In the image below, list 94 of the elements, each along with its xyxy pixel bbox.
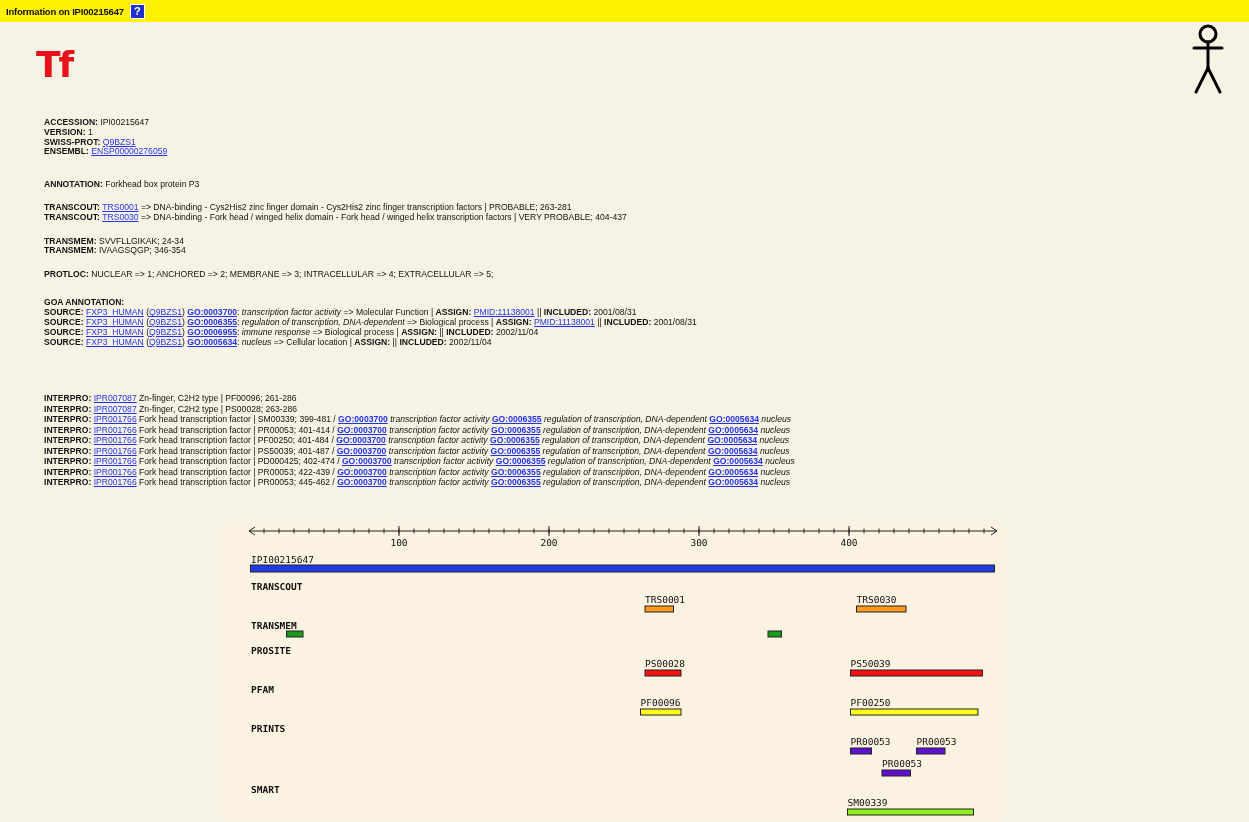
info-line: TRANSMEM: IVAAGSQGP; 346-354 bbox=[44, 246, 187, 257]
stick-figure-icon bbox=[1191, 24, 1225, 96]
info-line: INTERPRO: IPR007087 Zn-finger, C2H2 type | PS00028; 263-286 bbox=[44, 403, 299, 415]
link[interactable]: GO:0003700 bbox=[341, 456, 392, 467]
feature-label: PR00053 bbox=[850, 735, 891, 747]
sequence-label: IPI00215647 bbox=[251, 553, 314, 565]
link[interactable]: Q9BZS1 bbox=[149, 307, 183, 318]
feature-label: PF00096 bbox=[640, 696, 681, 708]
link[interactable]: GO:0005634 bbox=[709, 414, 759, 425]
track-label: PRINTS bbox=[251, 722, 286, 734]
info-line: INTERPRO: IPR001766 Fork head transcription factor | PR00053; 422-439 / GO:0003700 transcription factor activity GO:0006355 regulation of transcription, DNA-dependent GO:0005634 nucleus bbox=[44, 466, 792, 478]
link[interactable]: GO:0006355 bbox=[490, 435, 540, 446]
info-line: GOA ANNOTATION: bbox=[44, 298, 126, 309]
tick-label: 200 bbox=[540, 536, 558, 548]
link[interactable]: GO:0005634 bbox=[708, 477, 759, 488]
feature-label: PF00250 bbox=[850, 696, 891, 708]
tick-label: 300 bbox=[690, 536, 708, 548]
link[interactable]: Q9BZS1 bbox=[102, 136, 136, 147]
link[interactable]: GO:0006355 bbox=[495, 456, 546, 467]
feature-label: PR00053 bbox=[882, 757, 923, 769]
link[interactable]: GO:0003700 bbox=[187, 307, 237, 318]
link[interactable]: IPR001766 bbox=[93, 456, 137, 467]
link[interactable]: GO:0006355 bbox=[187, 317, 237, 328]
link[interactable]: FXP3_HUMAN bbox=[86, 307, 144, 318]
link[interactable]: GO:0003700 bbox=[337, 466, 387, 477]
info-line: SOURCE: FXP3_HUMAN (Q9BZS1) GO:0005634: nucleus => Cellular location | ASSIGN: || INCLUDED: 2002/11/04 bbox=[44, 337, 493, 348]
tick-label: 100 bbox=[390, 536, 408, 548]
track-label: TRANSCOUT bbox=[251, 580, 303, 592]
info-line: VERSION: 1 bbox=[44, 127, 94, 138]
track-label: PROSITE bbox=[251, 644, 292, 656]
link[interactable]: GO:0006355 bbox=[490, 477, 541, 488]
info-line: SOURCE: FXP3_HUMAN (Q9BZS1) GO:0006955: immune response => Biological process | ASSIGN: || INCLUDED: 2002/11/04 bbox=[44, 327, 540, 338]
link[interactable]: ENSP00000276059 bbox=[91, 146, 168, 157]
info-line: SOURCE: FXP3_HUMAN (Q9BZS1) GO:0003700: transcription factor activity => Molecular Function | ASSIGN: PMID:11138001 || INCLUDED: 2001/08/31 bbox=[44, 308, 638, 319]
track-label: TRANSMEM bbox=[251, 619, 297, 631]
info-line: SWISS-PROT: Q9BZS1 bbox=[44, 137, 137, 148]
track-label: SMART bbox=[251, 783, 280, 795]
info-line: INTERPRO: IPR001766 Fork head transcription factor | PR00053; 401-414 / GO:0003700 transcription factor activity GO:0006355 regulation of transcription, DNA-dependent GO:0005634 nucleus bbox=[44, 424, 792, 436]
link[interactable]: FXP3_HUMAN bbox=[86, 336, 144, 347]
link[interactable]: GO:0005634 bbox=[708, 424, 759, 435]
link[interactable]: GO:0005634 bbox=[708, 466, 759, 477]
feature-label: PS00028 bbox=[645, 657, 686, 669]
info-line: ENSEMBL: ENSP00000276059 bbox=[44, 147, 169, 158]
info-line: ACCESSION: IPI00215647 bbox=[44, 118, 151, 128]
track-label: PFAM bbox=[251, 683, 274, 695]
link[interactable]: IPR001766 bbox=[93, 424, 137, 435]
link[interactable]: GO:0005634 bbox=[713, 456, 763, 467]
info-line: TRANSCOUT: TRS0030 => DNA-binding - Fork head / winged helix domain - Fork head / winged helix transcription factors | VERY PROBABLE; 404-437 bbox=[44, 213, 628, 224]
info-line: INTERPRO: IPR001766 Fork head transcription factor | PD000425; 402-474 / GO:0003700 transcription factor activity GO:0006355 regulation of transcription, DNA-dependent GO:0005634 nucleus bbox=[44, 456, 796, 467]
info-line: INTERPRO: IPR001766 Fork head transcription factor | SM00339; 399-481 / GO:0003700 transcription factor activity GO:0006355 regulation of transcription, DNA-dependent GO:0005634 nucleus bbox=[44, 414, 792, 425]
info-line: ANNOTATION: Forkhead box protein P3 bbox=[44, 180, 201, 190]
link[interactable]: GO:0003700 bbox=[337, 477, 387, 488]
feature-label: SM00339 bbox=[847, 796, 888, 808]
info-line: SOURCE: FXP3_HUMAN (Q9BZS1) GO:0006355: regulation of transcription, DNA-dependent => Biological process | ASSIGN: PMID:11138001 || INCLUDED: 2001/08/31 bbox=[44, 318, 698, 328]
link[interactable]: IPR001766 bbox=[93, 477, 137, 488]
logo: Tf bbox=[36, 44, 75, 86]
link[interactable]: IPR007087 bbox=[93, 393, 137, 404]
link[interactable]: TRS0030 bbox=[102, 212, 139, 223]
link[interactable]: GO:0006355 bbox=[490, 445, 541, 456]
link[interactable]: GO:0005634 bbox=[187, 336, 237, 347]
link[interactable]: GO:0006355 bbox=[491, 414, 542, 425]
link[interactable]: FXP3_HUMAN bbox=[86, 326, 144, 337]
link[interactable]: GO:0003700 bbox=[336, 445, 387, 456]
feature-label: TRS0030 bbox=[856, 593, 897, 605]
link[interactable]: TRS0001 bbox=[102, 202, 139, 213]
link[interactable]: GO:0003700 bbox=[338, 414, 388, 425]
link[interactable]: GO:0006955 bbox=[187, 326, 237, 337]
link[interactable]: IPR007087 bbox=[93, 403, 137, 414]
link[interactable]: IPR001766 bbox=[93, 445, 137, 456]
link[interactable]: GO:0003700 bbox=[337, 424, 387, 435]
feature-label: PS50039 bbox=[850, 657, 891, 669]
link[interactable]: IPR001766 bbox=[93, 435, 137, 446]
info-line: INTERPRO: IPR007087 Zn-finger, C2H2 type | PF00096; 261-286 bbox=[44, 393, 298, 404]
info-line: TRANSCOUT: TRS0001 => DNA-binding - Cys2His2 zinc finger domain - Cys2His2 zinc finger transcription factors | PROBABLE; 263-281 bbox=[44, 203, 573, 214]
info-line: INTERPRO: IPR001766 Fork head transcription factor | PR00053; 445-462 / GO:0003700 transcription factor activity GO:0006355 regulation of transcription, DNA-dependent GO:0005634 nucleus bbox=[44, 477, 792, 488]
feature-label: TRS0001 bbox=[645, 593, 686, 605]
info-line: INTERPRO: IPR001766 Fork head transcription factor | PS50039; 401-487 / GO:0003700 transcription factor activity GO:0006355 regulation of transcription, DNA-dependent GO:0005634 nucleus bbox=[44, 445, 791, 457]
link[interactable]: GO:0006355 bbox=[490, 466, 541, 477]
link[interactable]: IPR001766 bbox=[93, 414, 137, 425]
link[interactable]: FXP3_HUMAN bbox=[86, 317, 144, 328]
link[interactable]: GO:0006355 bbox=[490, 424, 541, 435]
link[interactable]: PMID:11138001 bbox=[473, 307, 535, 318]
help-button[interactable]: ? bbox=[129, 3, 145, 19]
link[interactable]: PMID:11138001 bbox=[533, 317, 595, 328]
tick-label: 400 bbox=[840, 536, 858, 548]
link[interactable]: GO:0005634 bbox=[707, 445, 758, 456]
link[interactable]: IPR001766 bbox=[93, 466, 137, 477]
info-line: INTERPRO: IPR001766 Fork head transcription factor | PF00250; 401-484 / GO:0003700 transcription factor activity GO:0006355 regulation of transcription, DNA-dependent GO:0005634 nucleus bbox=[44, 435, 791, 446]
feature-label: PR00053 bbox=[916, 735, 957, 747]
info-line: PROTLOC: NUCLEAR => 1; ANCHORED => 2; MEMBRANE => 3; INTRACELLULAR => 4; EXTRACELLULAR => 5; bbox=[44, 269, 495, 280]
link[interactable]: GO:0005634 bbox=[707, 435, 758, 446]
info-line: TRANSMEM: SVVFLLGIKAK; 24-34 bbox=[44, 236, 185, 247]
page-title: Information on IPI00215647 bbox=[6, 5, 124, 17]
link[interactable]: GO:0003700 bbox=[336, 435, 386, 446]
